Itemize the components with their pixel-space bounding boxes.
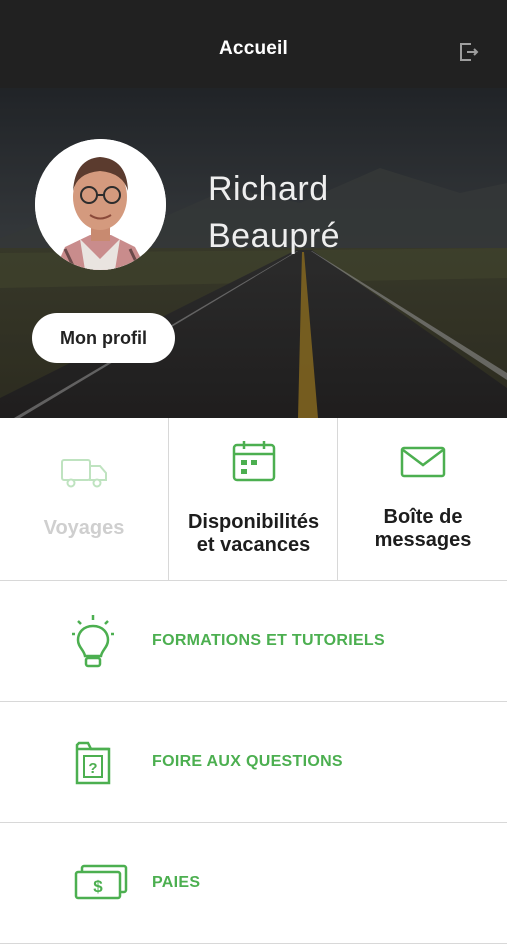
profile-hero: Richard Beaupré Mon profil — [0, 88, 507, 418]
menu-item-formations-label: FORMATIONS ET TUTORIELS — [152, 632, 385, 649]
svg-text:?: ? — [88, 760, 97, 777]
lightbulb-icon — [72, 615, 114, 668]
user-name: Richard Beaupré — [208, 166, 340, 260]
user-last-name: Beaupré — [208, 217, 341, 255]
page-title: Accueil — [219, 38, 288, 59]
tile-voyages[interactable]: Voyages — [0, 418, 169, 581]
tile-messages-line1: Boîte de — [383, 506, 463, 528]
user-photo — [35, 139, 166, 270]
menu-item-paies-label: PAIES — [152, 874, 201, 891]
avatar — [35, 139, 166, 270]
menu-item-faq-label: FOIRE AUX QUESTIONS — [152, 753, 343, 770]
tile-messages-line2: messages — [374, 529, 472, 551]
calendar-icon — [232, 441, 276, 482]
profile-button[interactable]: Mon profil — [32, 313, 175, 363]
tile-disponibilites-line1: Disponibilités — [187, 511, 320, 533]
money-icon: $ — [74, 864, 128, 900]
shortcut-tiles: Voyages Disponibilités et vacances Boîte… — [0, 418, 507, 581]
svg-text:$: $ — [93, 877, 103, 896]
tile-messages[interactable]: Boîte de messages — [339, 418, 507, 581]
envelope-icon — [400, 446, 446, 478]
user-first-name: Richard — [208, 170, 329, 208]
menu-item-paies[interactable]: $ PAIES — [0, 824, 507, 944]
top-bar: Accueil — [0, 0, 507, 88]
truck-icon — [61, 459, 107, 488]
menu-item-formations[interactable]: FORMATIONS ET TUTORIELS — [0, 582, 507, 702]
question-folder-icon: ? — [75, 741, 111, 785]
menu-item-faq[interactable]: ? FOIRE AUX QUESTIONS — [0, 703, 507, 823]
tile-disponibilites[interactable]: Disponibilités et vacances — [170, 418, 338, 581]
logout-icon[interactable] — [458, 42, 480, 62]
tile-voyages-label: Voyages — [43, 517, 125, 539]
tile-disponibilites-line2: et vacances — [196, 534, 311, 556]
